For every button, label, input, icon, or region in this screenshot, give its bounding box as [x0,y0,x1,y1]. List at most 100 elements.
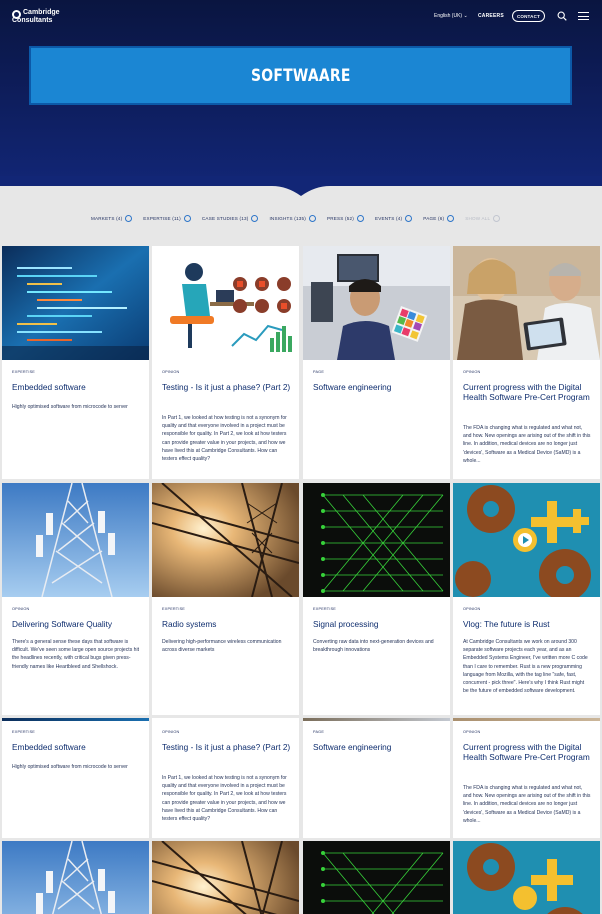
card-tag: OPINION [463,370,481,374]
card-image-telecom-tower [2,483,149,597]
card-description: The FDA is changing what is regulated an… [463,425,591,464]
card-tag: EXPERTISE [12,730,36,734]
radio-circle-icon[interactable] [356,214,364,222]
result-card[interactable]: EXPERTISE Radio systems Delivering high-… [152,483,299,715]
card-image-signal-lattice [303,483,450,597]
filter-label: PRESS (52) [326,215,354,221]
filter-label: CASE STUDIES (13) [201,215,249,221]
hero-notch-divider [0,176,602,196]
card-image-engineer-photo [303,246,450,360]
card-image-telecom-tower [2,841,149,914]
filter-press[interactable]: PRESS (52) [326,214,364,222]
result-card[interactable]: PAGE Software engineering [303,718,450,838]
result-card[interactable] [152,841,299,914]
result-card[interactable] [303,841,450,914]
filter-case-studies[interactable]: CASE STUDIES (13) [201,214,259,222]
radio-circle-icon[interactable] [125,214,133,222]
card-title[interactable]: Software engineering [313,742,443,752]
page-title: SOFTWAARE [250,65,351,86]
card-tag: OPINION [162,370,180,374]
logo-line-1: Cambridge [23,9,60,16]
card-tag: EXPERTISE [162,607,186,611]
card-title[interactable]: Current progress with the Digital Health… [463,742,593,762]
language-selector[interactable]: English (UK) ⌄ [434,13,468,19]
filter-label: EVENTS (4) [374,215,403,221]
card-image-testing-illustration [152,246,299,360]
filter-page[interactable]: PAGE (6) [423,214,455,222]
filter-label: MARKETS (4) [91,215,123,221]
card-description: At Cambridge Consultants we work on arou… [463,639,588,695]
filter-events[interactable]: EVENTS (4) [374,214,413,222]
card-tag: OPINION [12,607,30,611]
filter-insights[interactable]: INSIGHTS (135) [269,214,316,222]
card-title[interactable]: Software engineering [313,382,443,392]
result-card[interactable]: OPINION Current progress with the Digita… [453,718,600,838]
card-tag: OPINION [463,730,481,734]
result-card[interactable]: EXPERTISE Embedded software Highly optim… [2,718,149,838]
card-title[interactable]: Current progress with the Digital Health… [463,382,593,402]
result-card[interactable]: OPINION Current progress with the Digita… [453,246,600,479]
card-title[interactable]: Embedded software [12,742,142,752]
card-description: In Part 1, we looked at how testing is n… [162,775,287,823]
content-type-filters: MARKETS (4) EXPERTISE (11) CASE STUDIES … [91,213,511,223]
filter-expertise[interactable]: EXPERTISE (11) [143,214,191,222]
card-image-tablet-meeting-photo [453,246,600,360]
filter-label: SHOW ALL [465,215,491,221]
card-image-rust-video-thumbnail[interactable] [453,483,600,597]
filter-markets[interactable]: MARKETS (4) [91,214,133,222]
card-description: Highly optimised software from microcode… [12,764,128,770]
card-tag: OPINION [463,607,481,611]
card-tag: OPINION [162,730,180,734]
card-description: In Part 1, we looked at how testing is n… [162,415,287,463]
card-image-strip [453,718,600,721]
card-title[interactable]: Vlog: The future is Rust [463,619,593,629]
card-image-strip [2,718,149,721]
filter-label: EXPERTISE (11) [143,215,181,221]
category-banner: SOFTWAARE [29,46,572,105]
careers-link[interactable]: CAREERS [478,13,504,19]
radio-circle-icon[interactable] [493,214,501,222]
card-tag: EXPERTISE [313,607,337,611]
logo-mark-icon [12,10,21,19]
card-image-strip [303,718,450,721]
result-card[interactable]: OPINION Testing - Is it just a phase? (P… [152,246,299,479]
card-description: Delivering high-performance wireless com… [162,639,282,654]
result-card[interactable]: EXPERTISE Embedded software Highly optim… [2,246,149,479]
filter-show-all[interactable]: SHOW ALL [465,214,501,222]
card-description: The FDA is changing what is regulated an… [463,785,591,824]
radio-circle-icon[interactable] [447,214,455,222]
result-card[interactable]: EXPERTISE Signal processing Converting r… [303,483,450,715]
result-card[interactable]: OPINION Delivering Software Quality Ther… [2,483,149,715]
result-card[interactable]: OPINION Vlog: The future is Rust At Camb… [453,483,600,715]
card-image-code-screen [2,246,149,360]
card-title[interactable]: Radio systems [162,619,292,629]
result-card[interactable]: PAGE Software engineering [303,246,450,479]
hero-header: Cambridge Consultants English (UK) ⌄ CAR… [0,0,602,186]
radio-circle-icon[interactable] [183,214,191,222]
card-image-radio-pylon-sunset [152,483,299,597]
radio-circle-icon[interactable] [405,214,413,222]
card-title[interactable]: Signal processing [313,619,443,629]
card-description: Highly optimised software from microcode… [12,404,128,410]
card-description: There's a general sense these days that … [12,639,140,670]
contact-button[interactable]: CONTACT [512,10,545,22]
card-image-radio-pylon-sunset [152,841,299,914]
card-image-signal-lattice [303,841,450,914]
card-image-rust-video-thumbnail[interactable] [453,841,600,914]
filter-label: PAGE (6) [423,215,445,221]
card-title[interactable]: Testing - Is it just a phase? (Part 2) [162,382,292,392]
hamburger-menu-icon[interactable] [578,12,589,21]
card-title[interactable]: Embedded software [12,382,142,392]
filter-label: INSIGHTS (135) [269,215,306,221]
card-tag: PAGE [313,370,325,374]
radio-circle-icon[interactable] [251,214,259,222]
card-title[interactable]: Testing - Is it just a phase? (Part 2) [162,742,292,752]
search-icon[interactable] [557,11,567,21]
site-logo[interactable]: Cambridge Consultants [12,9,74,25]
radio-circle-icon[interactable] [308,214,316,222]
card-title[interactable]: Delivering Software Quality [12,619,142,629]
result-card[interactable] [2,841,149,914]
result-card[interactable]: OPINION Testing - Is it just a phase? (P… [152,718,299,838]
card-tag: EXPERTISE [12,370,36,374]
result-card[interactable] [453,841,600,914]
